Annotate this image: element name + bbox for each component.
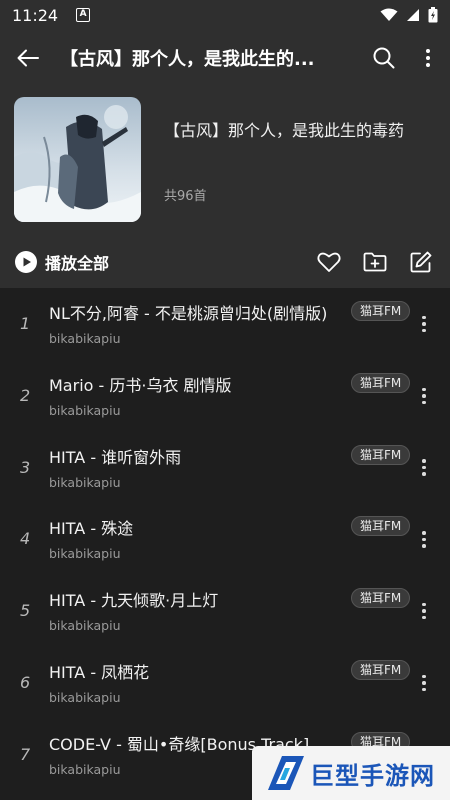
source-badge: 猫耳FM: [351, 301, 411, 321]
back-button[interactable]: [0, 30, 56, 86]
source-badge: 猫耳FM: [351, 516, 411, 537]
song-more-icon[interactable]: [412, 669, 436, 697]
song-row[interactable]: 6 HITA - 凤栖花 bikabikapiu 猫耳FM: [0, 647, 450, 719]
back-arrow-icon: [17, 49, 39, 67]
status-bar: 11:24 A: [0, 0, 450, 30]
play-all-label: 播放全部: [45, 254, 110, 273]
song-index: 1: [20, 314, 31, 333]
edit-button[interactable]: [398, 236, 444, 288]
battery-icon: [428, 7, 438, 23]
song-row[interactable]: 5 HITA - 九天倾歌·月上灯 bikabikapiu 猫耳FM: [0, 575, 450, 647]
favorite-button[interactable]: [306, 236, 352, 288]
song-title: HITA - 九天倾歌·月上灯: [49, 591, 219, 611]
watermark-text: 巨型手游网: [310, 761, 435, 790]
song-title: HITA - 谁听窗外雨: [49, 447, 182, 467]
song-list: 1 NL不分,阿睿 - 不是桃源曾归处(剧情版) bikabikapiu 猫耳F…: [0, 288, 450, 800]
notification-icon: A: [76, 8, 91, 22]
more-vertical-icon: [426, 49, 430, 67]
song-row[interactable]: 2 Mario - 历书·乌衣 剧情版 bikabikapiu 猫耳FM: [0, 360, 450, 432]
song-row[interactable]: 1 NL不分,阿睿 - 不是桃源曾归处(剧情版) bikabikapiu 猫耳F…: [0, 288, 450, 360]
song-index: 3: [20, 457, 31, 477]
cover-artwork: [14, 97, 141, 222]
song-title: Mario - 历书·乌衣 剧情版: [49, 375, 232, 395]
watermark-logo-icon: [268, 756, 304, 790]
edit-icon: [410, 251, 432, 273]
song-more-icon[interactable]: [412, 597, 436, 625]
more-button[interactable]: [406, 30, 450, 86]
playlist-header: 【古风】那个人，是我此生的毒药 共96首: [0, 86, 450, 236]
search-icon: [373, 47, 395, 69]
song-row[interactable]: 4 HITA - 殊途 bikabikapiu 猫耳FM: [0, 503, 450, 575]
watermark: 巨型手游网: [252, 746, 450, 800]
search-button[interactable]: [362, 30, 406, 86]
status-time: 11:24: [12, 5, 59, 25]
playlist-cover[interactable]: [14, 97, 141, 222]
source-badge: 猫耳FM: [351, 372, 411, 393]
signal-icon: [407, 9, 419, 21]
song-more-icon[interactable]: [412, 310, 436, 338]
folder-add-icon: [363, 252, 387, 272]
song-title: HITA - 凤栖花: [49, 662, 150, 682]
song-index: 6: [20, 672, 31, 692]
song-more-icon[interactable]: [412, 454, 436, 482]
song-more-icon[interactable]: [412, 525, 436, 553]
app-bar: 【古风】那个人，是我此生的...: [0, 30, 450, 86]
song-artist: bikabikapiu: [49, 402, 121, 418]
source-badge: 猫耳FM: [351, 444, 411, 465]
song-row[interactable]: 3 HITA - 谁听窗外雨 bikabikapiu 猫耳FM: [0, 432, 450, 504]
wifi-icon: [380, 8, 398, 21]
song-artist: bikabikapiu: [49, 689, 121, 705]
song-artist: bikabikapiu: [49, 474, 121, 490]
song-title: HITA - 殊途: [49, 519, 134, 539]
song-artist: bikabikapiu: [49, 761, 121, 777]
source-badge: 猫耳FM: [351, 588, 411, 609]
song-title: NL不分,阿睿 - 不是桃源曾归处(剧情版): [49, 304, 328, 323]
playlist-count: 共96首: [164, 189, 207, 204]
play-all-button[interactable]: 播放全部: [15, 250, 109, 274]
song-index: 4: [20, 529, 31, 549]
playlist-name: 【古风】那个人，是我此生的毒药: [164, 121, 405, 140]
source-badge: 猫耳FM: [351, 659, 411, 680]
song-artist: bikabikapiu: [49, 618, 121, 634]
heart-icon: [317, 252, 341, 272]
add-to-folder-button[interactable]: [352, 236, 398, 288]
song-index: 2: [20, 385, 31, 405]
song-index: 7: [20, 744, 31, 764]
song-artist: bikabikapiu: [49, 331, 121, 346]
song-more-icon[interactable]: [412, 382, 436, 410]
song-artist: bikabikapiu: [49, 546, 121, 562]
page-title: 【古风】那个人，是我此生的...: [60, 49, 315, 70]
song-index: 5: [20, 601, 31, 621]
playlist-controls: 播放全部: [0, 236, 450, 288]
play-circle-icon: [15, 251, 37, 273]
